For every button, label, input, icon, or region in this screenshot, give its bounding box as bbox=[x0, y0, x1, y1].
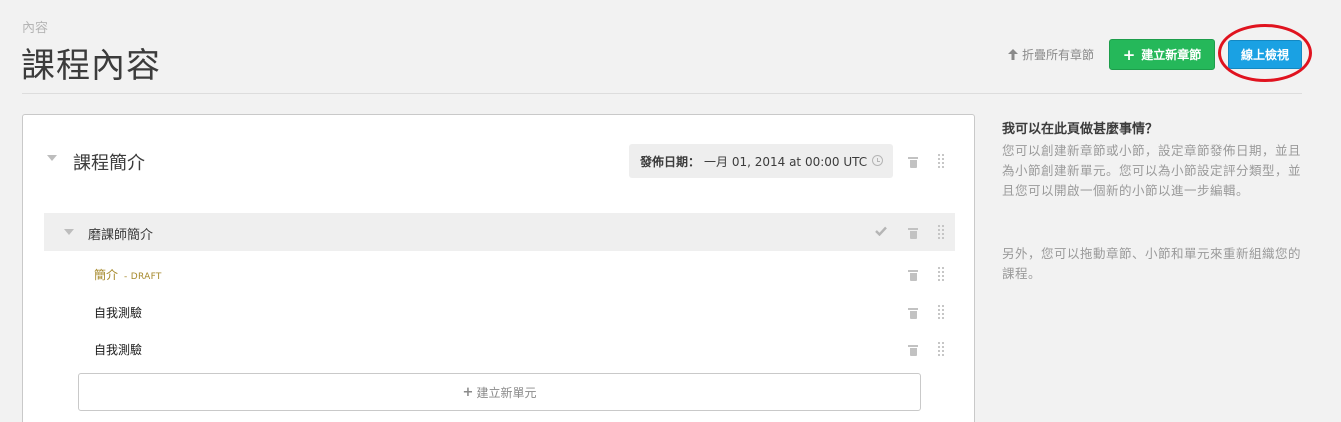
subsection-delete-trash-icon[interactable] bbox=[908, 227, 918, 239]
new-unit-button[interactable]: + 建立新單元 bbox=[78, 373, 921, 411]
checkmark-icon[interactable] bbox=[875, 226, 887, 236]
clock-icon[interactable] bbox=[872, 155, 883, 166]
unit-row[interactable]: 自我測驗 bbox=[44, 331, 955, 367]
new-section-label: 建立新章節 bbox=[1141, 48, 1202, 62]
unit-delete-trash-icon[interactable] bbox=[908, 269, 918, 281]
subsection-drag-handle-icon[interactable] bbox=[937, 224, 945, 240]
help-paragraph: 另外，您可以拖動章節、小節和單元來重新組織您的課程。 bbox=[1002, 246, 1302, 281]
header-divider bbox=[22, 93, 1302, 94]
subsection-row[interactable]: 磨課師簡介 bbox=[44, 213, 955, 251]
unit-title[interactable]: 自我測驗 bbox=[94, 341, 142, 358]
unit-delete-trash-icon[interactable] bbox=[908, 307, 918, 319]
arrow-up-icon bbox=[1008, 49, 1018, 60]
unit-delete-trash-icon[interactable] bbox=[908, 344, 918, 356]
unit-drag-handle-icon[interactable] bbox=[937, 341, 945, 357]
unit-drag-handle-icon[interactable] bbox=[937, 304, 945, 320]
plus-icon: + bbox=[1122, 45, 1136, 64]
release-date-label: 發佈日期： bbox=[640, 154, 701, 169]
unit-drag-handle-icon[interactable] bbox=[937, 266, 945, 282]
collapse-all-link[interactable]: 折疊所有章節 bbox=[1008, 46, 1094, 63]
view-live-label: 線上檢視 bbox=[1240, 48, 1289, 62]
unit-title[interactable]: 自我測驗 bbox=[94, 304, 142, 321]
section-drag-handle-icon[interactable] bbox=[937, 153, 945, 169]
subsection-title[interactable]: 磨課師簡介 bbox=[88, 224, 153, 243]
plus-icon: + bbox=[462, 384, 474, 400]
page-title: 課程內容 bbox=[21, 46, 161, 86]
collapse-all-label: 折疊所有章節 bbox=[1022, 48, 1095, 62]
course-outline-panel: 課程簡介 發佈日期： 一月 01, 2014 at 00:00 UTC 磨課師簡… bbox=[22, 114, 975, 422]
help-title: 我可以在此頁做甚麼事情？ bbox=[1002, 122, 1159, 137]
release-date-value: 一月 01, 2014 at 00:00 UTC bbox=[704, 154, 868, 169]
breadcrumb: 內容 bbox=[22, 21, 49, 36]
new-unit-label: 建立新單元 bbox=[476, 385, 537, 400]
release-date-box[interactable]: 發佈日期： 一月 01, 2014 at 00:00 UTC bbox=[629, 144, 893, 178]
draft-status-badge: - DRAFT bbox=[124, 272, 162, 282]
unit-row[interactable]: 自我測驗 bbox=[44, 294, 955, 330]
subsection-expand-toggle-icon[interactable] bbox=[64, 229, 74, 235]
unit-title-text: 簡介 bbox=[94, 268, 119, 282]
section-expand-toggle-icon[interactable] bbox=[47, 155, 57, 161]
section-title[interactable]: 課程簡介 bbox=[73, 149, 145, 175]
unit-title[interactable]: 簡介 - DRAFT bbox=[94, 266, 162, 283]
unit-row[interactable]: 簡介 - DRAFT bbox=[44, 256, 955, 292]
section-header: 課程簡介 發佈日期： 一月 01, 2014 at 00:00 UTC bbox=[23, 115, 974, 207]
view-live-button[interactable]: 線上檢視 bbox=[1228, 40, 1302, 69]
help-paragraph: 您可以創建新章節或小節，設定章節發佈日期，並且為小節創建新單元。您可以為小節設定… bbox=[1002, 143, 1302, 198]
section-delete-trash-icon[interactable] bbox=[908, 156, 918, 168]
new-section-button[interactable]: + 建立新章節 bbox=[1109, 39, 1215, 70]
